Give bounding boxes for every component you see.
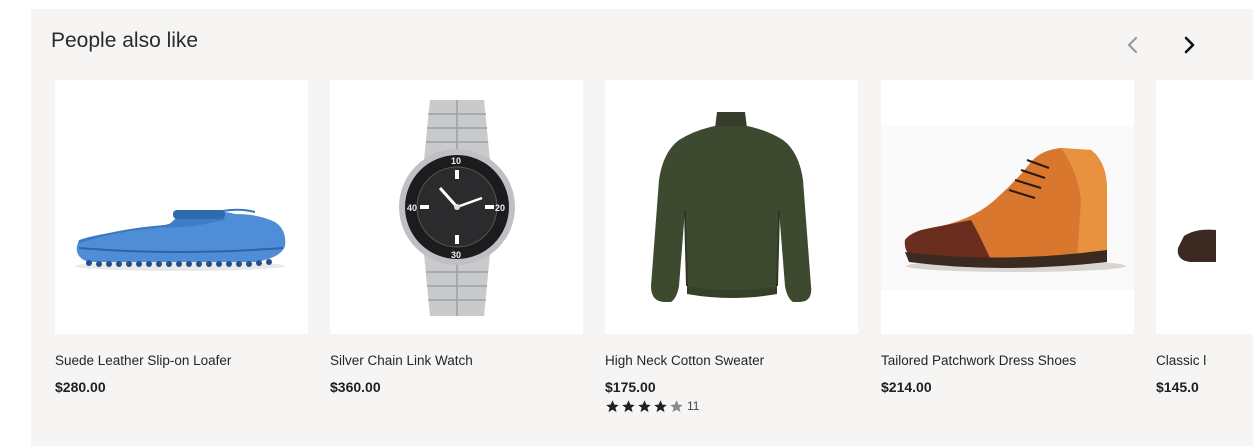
product-price: $175.00 — [605, 379, 656, 395]
product-price: $360.00 — [330, 379, 381, 395]
chevron-right-icon — [1184, 36, 1195, 54]
star-filled-icon — [637, 399, 652, 414]
product-image[interactable] — [1156, 80, 1253, 334]
section-title: People also like — [51, 29, 199, 52]
product-card[interactable]: Classic l $145.0 — [1156, 80, 1253, 395]
boot-image — [881, 80, 1134, 334]
product-name[interactable]: Tailored Patchwork Dress Shoes — [881, 353, 1134, 368]
product-image[interactable] — [881, 80, 1134, 334]
carousel-next-button[interactable] — [1175, 31, 1203, 59]
dark-shoe-image — [1156, 80, 1253, 334]
star-filled-icon — [653, 399, 668, 414]
product-name[interactable]: Suede Leather Slip-on Loafer — [55, 353, 308, 368]
chevron-left-icon — [1127, 36, 1138, 54]
svg-text:20: 20 — [495, 203, 505, 213]
carousel-prev-button[interactable] — [1119, 31, 1147, 59]
watch-image: 10 20 30 40 — [330, 80, 583, 334]
product-image[interactable] — [605, 80, 858, 334]
star-rating: 11 — [605, 398, 858, 414]
svg-text:40: 40 — [407, 203, 417, 213]
product-card[interactable]: High Neck Cotton Sweater $175.00 11 — [605, 80, 858, 414]
loafer-image — [55, 80, 308, 334]
product-price: $145.0 — [1156, 379, 1199, 395]
star-filled-icon — [621, 399, 636, 414]
rating-count[interactable]: 11 — [687, 399, 699, 413]
product-name[interactable]: Classic l — [1156, 353, 1253, 368]
star-empty-icon — [669, 399, 684, 414]
product-card[interactable]: Suede Leather Slip-on Loafer $280.00 — [55, 80, 308, 395]
sweater-image — [605, 80, 858, 334]
product-price: $280.00 — [55, 379, 106, 395]
product-image[interactable]: 10 20 30 40 — [330, 80, 583, 334]
svg-text:30: 30 — [451, 250, 461, 260]
product-image[interactable] — [55, 80, 308, 334]
product-card[interactable]: 10 20 30 40 Silver Chain Link Watch $360.0… — [330, 80, 583, 395]
product-name[interactable]: High Neck Cotton Sweater — [605, 353, 858, 368]
product-name[interactable]: Silver Chain Link Watch — [330, 353, 583, 368]
star-filled-icon — [605, 399, 620, 414]
recommendations-panel: People also like Suede Leather Slip-on L… — [31, 9, 1253, 446]
product-card[interactable]: Tailored Patchwork Dress Shoes $214.00 — [881, 80, 1134, 395]
product-price: $214.00 — [881, 379, 932, 395]
svg-text:10: 10 — [451, 156, 461, 166]
